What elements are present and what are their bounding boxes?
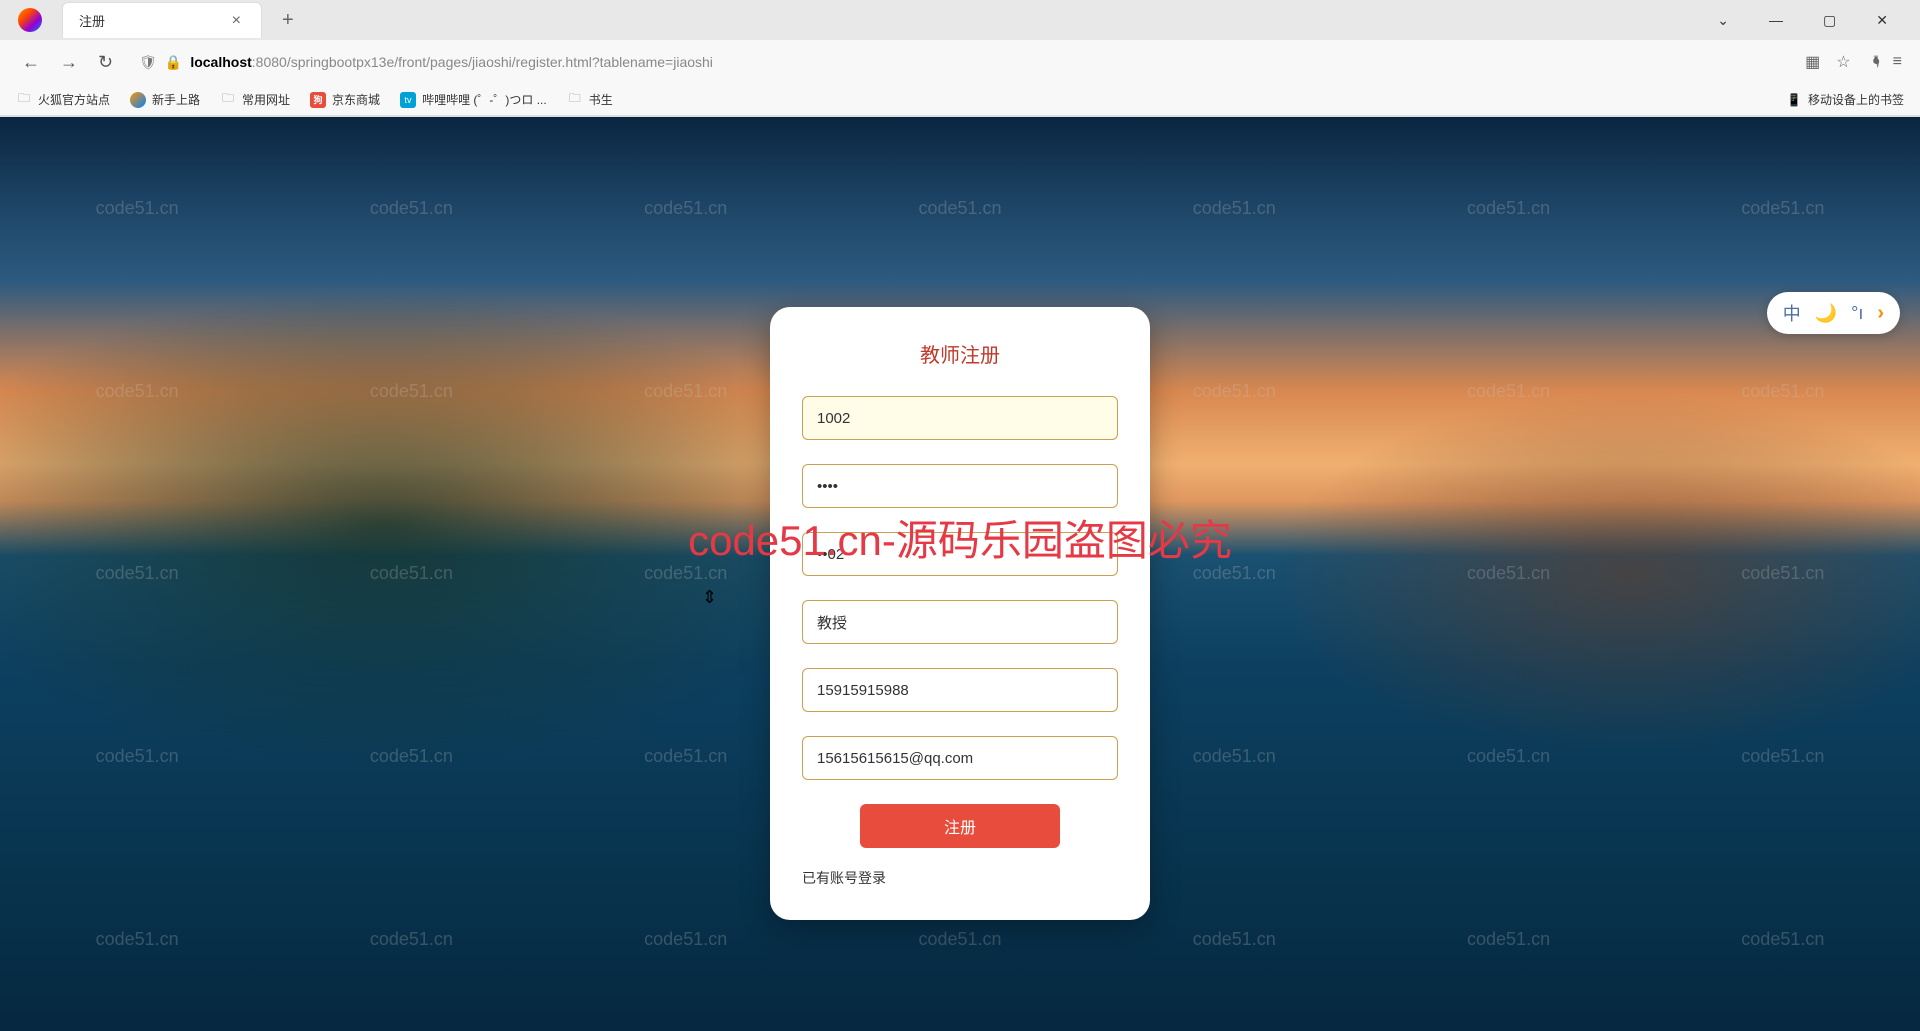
qr-code-icon[interactable]: ▦ (1805, 52, 1820, 72)
bookmark-star-icon[interactable]: ☆ (1836, 52, 1850, 72)
browser-chrome: 注册 × + ⌄ — ▢ ✕ ← → ↻ 🛡 🔒 localhost:8080/… (0, 0, 1920, 117)
bookmark-common-urls[interactable]: 🗀 常用网址 (220, 91, 290, 108)
bookmark-firefox-official[interactable]: 🗀 火狐官方站点 (16, 91, 110, 108)
lock-icon[interactable]: 🔒 (165, 54, 182, 71)
register-card: 教师注册 注册 已有账号登录 (770, 307, 1150, 920)
bookmark-mobile[interactable]: 📱 移动设备上的书签 (1786, 91, 1904, 108)
ime-lang-button[interactable]: 中 (1783, 300, 1801, 326)
confirm-password-input[interactable] (802, 532, 1118, 576)
jd-icon: 狗 (310, 92, 326, 108)
bookmark-jd[interactable]: 狗 京东商城 (310, 91, 380, 108)
bookmark-label: 火狐官方站点 (38, 91, 110, 108)
window-dropdown-icon[interactable]: ⌄ (1709, 8, 1737, 33)
login-link[interactable]: 已有账号登录 (802, 868, 1118, 888)
bookmark-label: 书生 (589, 91, 613, 108)
ime-toolbar[interactable]: 中 🌙 °ı › (1767, 292, 1900, 334)
register-button[interactable]: 注册 (860, 804, 1060, 848)
folder-icon: 🗀 (220, 92, 236, 108)
bookmark-label: 常用网址 (242, 91, 290, 108)
folder-icon: 🗀 (16, 92, 32, 108)
ime-punct-icon[interactable]: °ı (1851, 303, 1863, 324)
nav-bar: ← → ↻ 🛡 🔒 localhost:8080/springbootpx13e… (0, 40, 1920, 84)
bookmark-label: 移动设备上的书签 (1808, 91, 1904, 108)
browser-tab[interactable]: 注册 × (62, 2, 262, 38)
tab-title: 注册 (79, 11, 228, 30)
url-text: localhost:8080/springbootpx13e/front/pag… (190, 54, 713, 70)
url-host: localhost (190, 54, 251, 70)
bookmark-label: 哔哩哔哩 (゜-゜)つロ ... (422, 91, 547, 108)
bookmark-bilibili[interactable]: tv 哔哩哔哩 (゜-゜)つロ ... (400, 91, 547, 108)
bookmark-shusheng[interactable]: 🗀 书生 (567, 91, 613, 108)
phone-input[interactable] (802, 668, 1118, 712)
bilibili-icon: tv (400, 92, 416, 108)
nav-forward-icon[interactable]: → (50, 46, 88, 79)
title-input[interactable] (802, 600, 1118, 644)
username-input[interactable] (802, 396, 1118, 440)
ime-expand-icon[interactable]: › (1877, 302, 1884, 325)
ime-moon-icon[interactable]: 🌙 (1815, 303, 1837, 324)
window-maximize-icon[interactable]: ▢ (1815, 8, 1844, 33)
nav-back-icon[interactable]: ← (12, 46, 50, 79)
new-tab-button[interactable]: + (274, 5, 302, 36)
extension-icon[interactable]: 🖣 (1867, 47, 1887, 77)
tab-bar: 注册 × + ⌄ — ▢ ✕ (0, 0, 1920, 40)
password-input[interactable] (802, 464, 1118, 508)
bookmark-label: 新手上路 (152, 91, 200, 108)
window-controls: ⌄ — ▢ ✕ (1709, 8, 1912, 33)
url-bar[interactable]: 🛡 🔒 localhost:8080/springbootpx13e/front… (139, 52, 1851, 72)
tab-close-icon[interactable]: × (228, 12, 245, 30)
page-content: code51.cn code51.cn code51.cn code51.cn … (0, 117, 1920, 1031)
nav-reload-icon[interactable]: ↻ (88, 46, 123, 79)
mobile-icon: 📱 (1786, 92, 1802, 108)
email-input[interactable] (802, 736, 1118, 780)
window-minimize-icon[interactable]: — (1761, 8, 1791, 33)
window-close-icon[interactable]: ✕ (1868, 8, 1896, 33)
shield-icon[interactable]: 🛡 (139, 54, 157, 71)
firefox-icon (130, 92, 146, 108)
folder-icon: 🗀 (567, 92, 583, 108)
bookmark-label: 京东商城 (332, 91, 380, 108)
form-title: 教师注册 (802, 339, 1118, 368)
menu-icon[interactable]: ≡ (1887, 47, 1908, 77)
bookmark-getting-started[interactable]: 新手上路 (130, 91, 200, 108)
bookmarks-bar: 🗀 火狐官方站点 新手上路 🗀 常用网址 狗 京东商城 tv 哔哩哔哩 (゜-゜… (0, 84, 1920, 116)
url-path: :8080/springbootpx13e/front/pages/jiaosh… (252, 54, 713, 70)
firefox-logo-icon (18, 8, 42, 32)
